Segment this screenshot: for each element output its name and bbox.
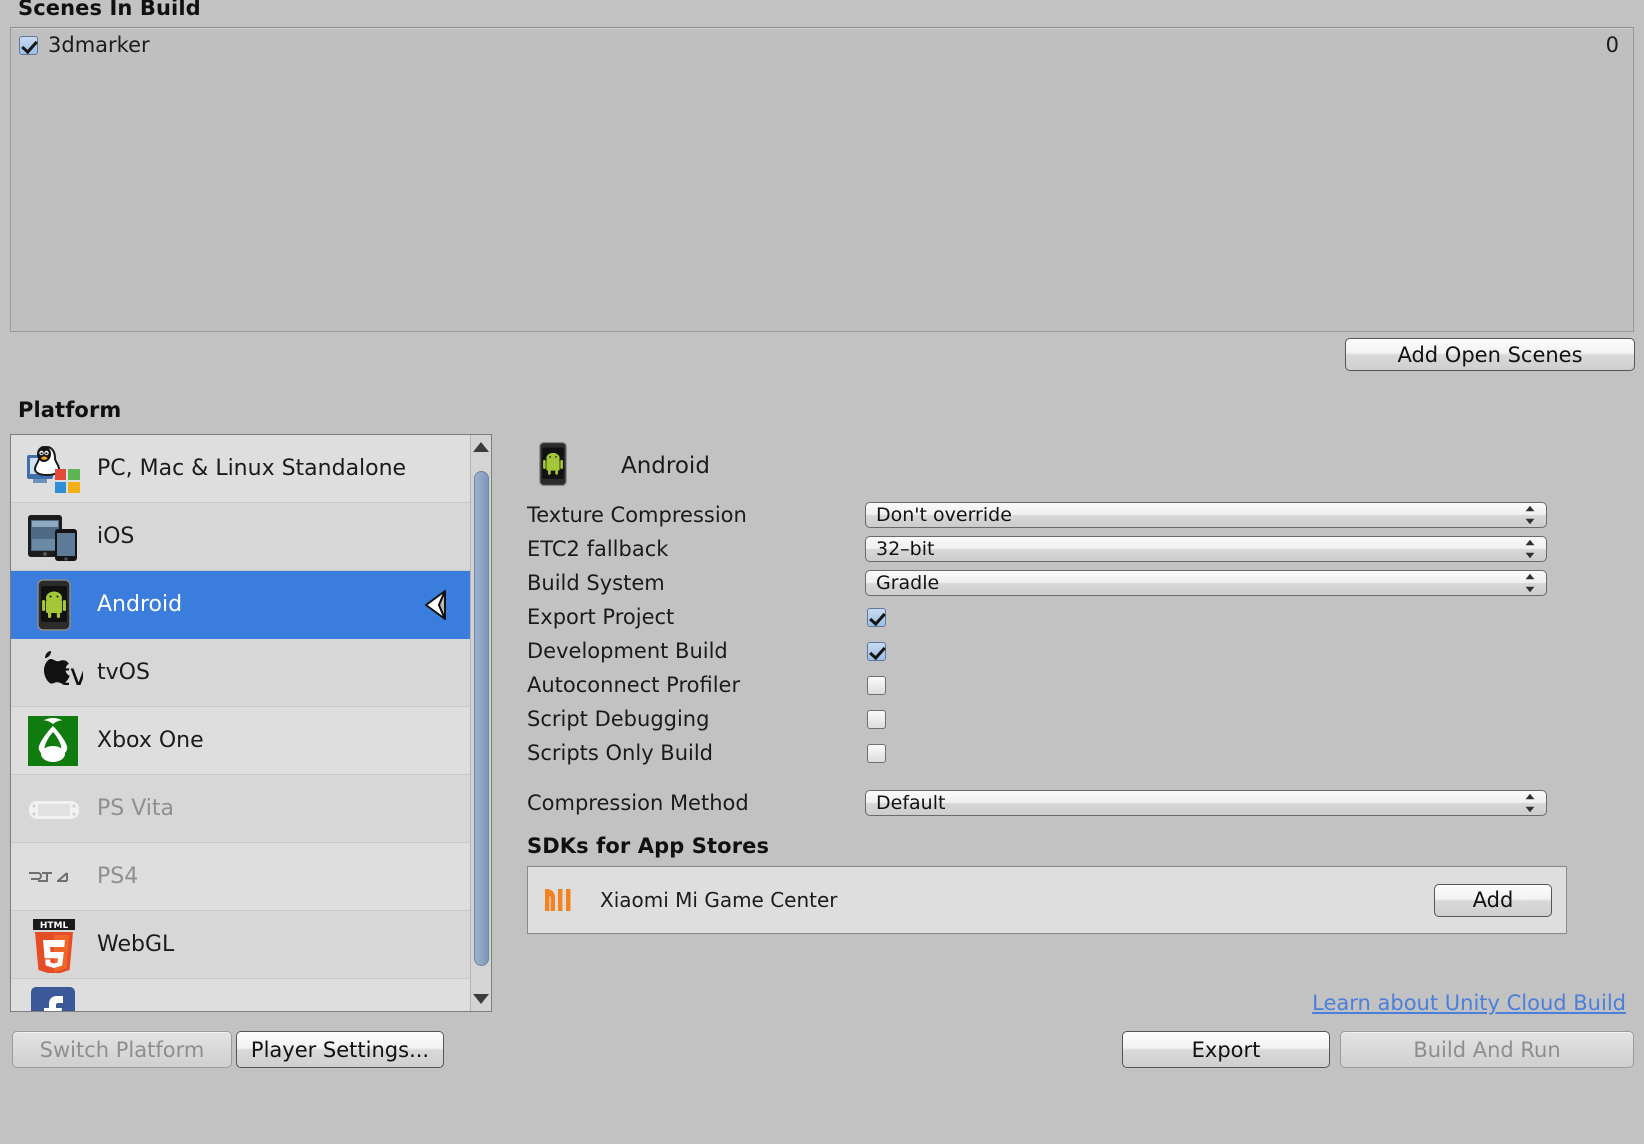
scrollbar-thumb[interactable] — [474, 471, 489, 966]
script-debugging-checkbox[interactable] — [867, 709, 886, 729]
build-target-header: Android — [515, 434, 1635, 498]
platform-item-xbox-one[interactable]: Xbox One — [11, 707, 470, 775]
setting-label: Development Build — [527, 639, 728, 663]
autoconnect-profiler-checkbox[interactable] — [867, 675, 886, 695]
texture-compression-dropdown[interactable]: Don't override — [865, 502, 1547, 528]
setting-row-etc2-fallback: ETC2 fallback 32–bit — [515, 532, 1635, 566]
platform-item-ios[interactable]: iOS — [11, 503, 470, 571]
unity-logo-icon — [414, 588, 448, 622]
ps4-icon — [25, 849, 83, 905]
webgl-icon: HTML — [25, 917, 83, 975]
development-build-checkbox[interactable] — [867, 641, 886, 661]
platform-item-tvos[interactable]: tv tvOS — [11, 639, 470, 707]
platform-list-scrollbar[interactable] — [470, 435, 491, 1011]
scenes-in-build-header: Scenes In Build — [18, 0, 201, 20]
setting-row-script-debugging: Script Debugging — [515, 702, 1635, 736]
compression-method-dropdown[interactable]: Default — [865, 790, 1547, 816]
build-and-run-button[interactable]: Build And Run — [1340, 1031, 1634, 1068]
switch-platform-button[interactable]: Switch Platform — [12, 1031, 232, 1068]
sdk-add-button[interactable]: Add — [1434, 883, 1552, 917]
platform-item-partial[interactable] — [11, 979, 470, 1011]
build-target-settings-pane: Android Texture Compression Don't overri… — [515, 434, 1635, 1015]
build-target-name: Android — [621, 453, 710, 479]
platform-item-label: Android — [97, 592, 183, 617]
chevron-updown-icon — [1522, 572, 1538, 595]
platform-item-android[interactable]: Android — [11, 571, 470, 639]
setting-label: Export Project — [527, 605, 675, 629]
add-open-scenes-button[interactable]: Add Open Scenes — [1345, 338, 1635, 371]
scene-index: 0 — [1605, 33, 1619, 57]
etc2-fallback-dropdown[interactable]: 32–bit — [865, 536, 1547, 562]
platform-item-ps-vita[interactable]: PS Vita — [11, 775, 470, 843]
dropdown-value: Don't override — [876, 504, 1012, 526]
platform-item-label: WebGL — [97, 932, 175, 957]
setting-label: Autoconnect Profiler — [527, 673, 741, 697]
export-project-checkbox[interactable] — [867, 607, 886, 627]
setting-row-build-system: Build System Gradle — [515, 566, 1635, 600]
pc-mac-linux-icon — [25, 441, 83, 497]
setting-label: Texture Compression — [527, 503, 747, 527]
sdks-for-app-stores-header: SDKs for App Stores — [527, 834, 770, 858]
platform-item-label: PC, Mac & Linux Standalone — [97, 456, 407, 481]
chevron-updown-icon — [1522, 538, 1538, 561]
setting-label: Build System — [527, 571, 665, 595]
setting-row-autoconnect-profiler: Autoconnect Profiler — [515, 668, 1635, 702]
svg-text:HTML: HTML — [40, 921, 69, 931]
android-icon — [25, 577, 83, 633]
scripts-only-build-checkbox[interactable] — [867, 743, 886, 763]
platform-item-ps4[interactable]: PS4 — [11, 843, 470, 911]
setting-row-development-build: Development Build — [515, 634, 1635, 668]
scene-name: 3dmarker — [48, 33, 150, 57]
scroll-up-arrow-icon[interactable] — [471, 437, 491, 457]
platform-item-webgl[interactable]: HTML WebGL — [11, 911, 470, 979]
scroll-down-arrow-icon[interactable] — [471, 989, 491, 1009]
scene-enabled-checkbox[interactable] — [19, 35, 38, 55]
export-button[interactable]: Export — [1122, 1031, 1330, 1068]
setting-label: Scripts Only Build — [527, 741, 714, 765]
dropdown-value: Default — [876, 792, 946, 814]
sdk-list: Xiaomi Mi Game Center Add — [527, 866, 1567, 934]
tvos-icon: tv — [25, 645, 88, 701]
platform-item-label: PS4 — [97, 864, 139, 889]
learn-about-unity-cloud-build-link[interactable]: Learn about Unity Cloud Build — [1312, 991, 1626, 1015]
sdk-name: Xiaomi Mi Game Center — [600, 888, 838, 912]
setting-row-compression-method: Compression Method Default — [515, 786, 1635, 820]
xbox-one-icon — [25, 713, 83, 769]
android-phone-icon — [529, 438, 587, 494]
setting-row-texture-compression: Texture Compression Don't override — [515, 498, 1635, 532]
platform-item-pc-mac-linux[interactable]: PC, Mac & Linux Standalone — [11, 435, 470, 503]
chevron-updown-icon — [1522, 792, 1538, 815]
scenes-in-build-list[interactable]: 3dmarker 0 — [10, 27, 1634, 332]
chevron-updown-icon — [1522, 504, 1538, 527]
setting-label: Compression Method — [527, 791, 749, 815]
dropdown-value: 32–bit — [876, 538, 935, 560]
setting-row-export-project: Export Project — [515, 600, 1635, 634]
platform-list-box: PC, Mac & Linux Standalone iOS Android t… — [10, 434, 492, 1012]
platform-item-label: PS Vita — [97, 796, 175, 821]
ios-icon — [25, 509, 83, 565]
platform-item-label: Xbox One — [97, 728, 204, 753]
scene-row[interactable]: 3dmarker 0 — [11, 28, 1633, 62]
setting-label: Script Debugging — [527, 707, 710, 731]
platform-item-label: iOS — [97, 524, 135, 549]
setting-label: ETC2 fallback — [527, 537, 669, 561]
player-settings-button[interactable]: Player Settings... — [236, 1031, 444, 1068]
facebook-icon — [25, 985, 83, 1011]
platform-item-label: tvOS — [97, 660, 150, 685]
ps-vita-icon — [25, 781, 83, 837]
platform-list: PC, Mac & Linux Standalone iOS Android t… — [11, 435, 470, 1011]
xiaomi-mi-icon — [542, 882, 578, 918]
dropdown-value: Gradle — [876, 572, 940, 594]
setting-row-scripts-only-build: Scripts Only Build — [515, 736, 1635, 770]
svg-text:tv: tv — [58, 658, 83, 693]
build-system-dropdown[interactable]: Gradle — [865, 570, 1547, 596]
platform-header: Platform — [18, 398, 122, 422]
